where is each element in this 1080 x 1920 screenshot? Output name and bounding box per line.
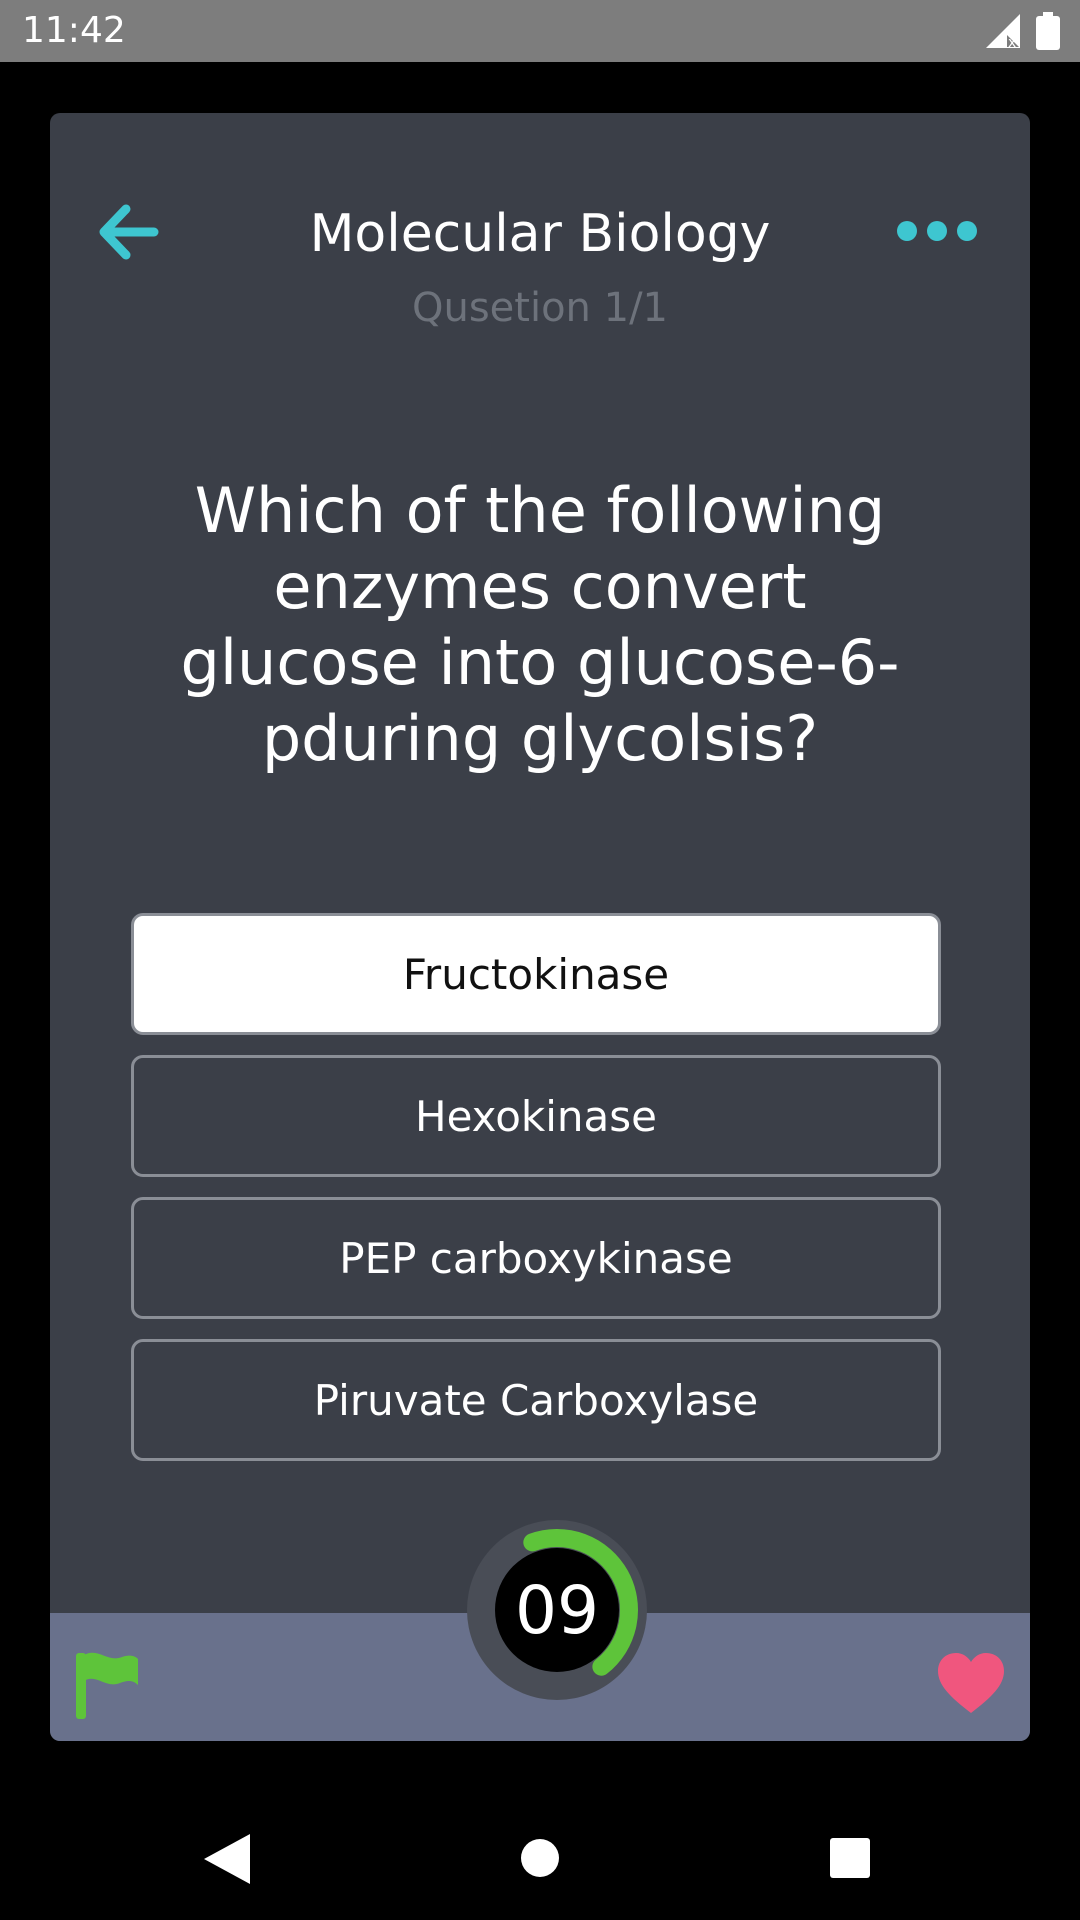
answer-option-hexokinase[interactable]: Hexokinase bbox=[131, 1055, 941, 1177]
timer-value: 09 bbox=[515, 1571, 599, 1649]
more-dots-icon[interactable] bbox=[896, 213, 978, 249]
answer-option-piruvate-carboxylase[interactable]: Piruvate Carboxylase bbox=[131, 1339, 941, 1461]
heart-icon[interactable] bbox=[936, 1651, 1006, 1715]
countdown-timer: 09 bbox=[467, 1520, 647, 1700]
nav-recent-apps-icon[interactable] bbox=[830, 1838, 870, 1878]
signal-icon: x bbox=[986, 14, 1020, 48]
question-text: Which of the following enzymes convert g… bbox=[180, 474, 900, 775]
nav-home-icon[interactable] bbox=[520, 1838, 560, 1878]
svg-text:x: x bbox=[1008, 35, 1016, 48]
status-time: 11:42 bbox=[22, 10, 126, 51]
quiz-card: Molecular Biology Qusetion 1/1 Which of … bbox=[50, 113, 1030, 1741]
answer-option-fructokinase[interactable]: Fructokinase bbox=[131, 913, 941, 1035]
status-bar: 11:42 x bbox=[0, 0, 1080, 62]
nav-back-icon[interactable] bbox=[204, 1834, 250, 1884]
answer-option-pep-carboxykinase[interactable]: PEP carboxykinase bbox=[131, 1197, 941, 1319]
page-title: Molecular Biology bbox=[309, 204, 771, 264]
flag-icon[interactable] bbox=[74, 1649, 140, 1721]
answer-options: Fructokinase Hexokinase PEP carboxykinas… bbox=[131, 913, 941, 1481]
battery-icon bbox=[1036, 12, 1060, 50]
question-counter: Qusetion 1/1 bbox=[412, 285, 668, 331]
